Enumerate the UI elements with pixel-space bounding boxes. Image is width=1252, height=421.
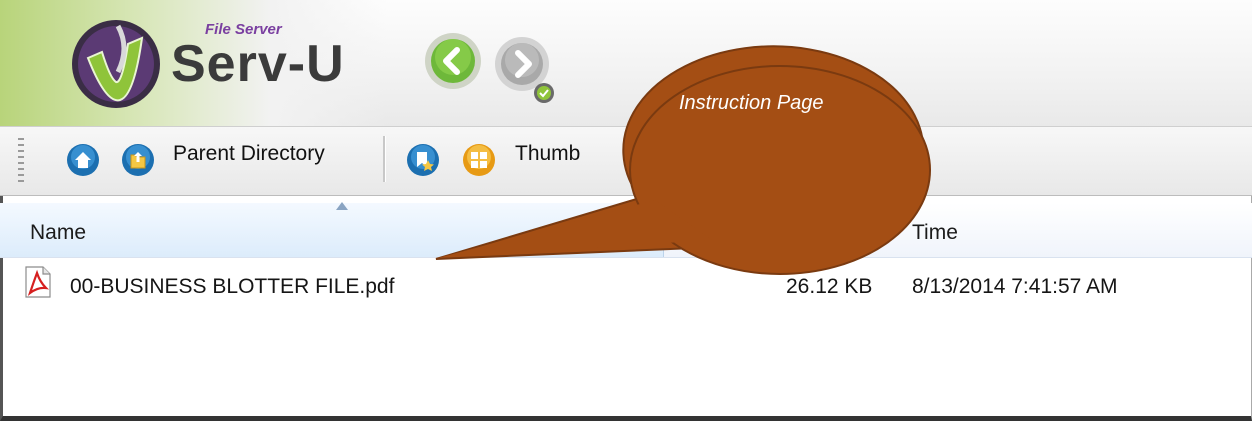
pdf-file-icon (25, 266, 51, 298)
brand-title: Serv-U (171, 35, 345, 93)
file-size: 26.12 KB (786, 275, 873, 298)
thumbnails-button[interactable]: Thumb (515, 142, 580, 166)
parent-directory-icon[interactable] (121, 143, 155, 177)
thumbnails-icon[interactable] (462, 143, 496, 177)
connected-check-icon (534, 83, 554, 103)
serv-u-logo-icon (72, 20, 160, 108)
file-time: 8/13/2014 7:41:57 AM (912, 275, 1118, 298)
callout-text: Instruction Page (679, 92, 824, 114)
sort-ascending-icon (336, 202, 348, 210)
bookmark-button[interactable] (406, 143, 440, 177)
parent-directory-button[interactable]: Parent Directory (173, 142, 325, 166)
column-header-name[interactable] (0, 203, 664, 257)
toolbar-separator (383, 136, 386, 182)
column-header-time[interactable]: Time (912, 221, 958, 245)
home-button[interactable] (66, 143, 100, 177)
back-button[interactable] (424, 32, 482, 90)
column-header-name-label: Name (30, 221, 87, 244)
file-name[interactable]: 00-BUSINESS BLOTTER FILE.pdf (70, 275, 394, 299)
toolbar-grip[interactable] (18, 138, 24, 184)
